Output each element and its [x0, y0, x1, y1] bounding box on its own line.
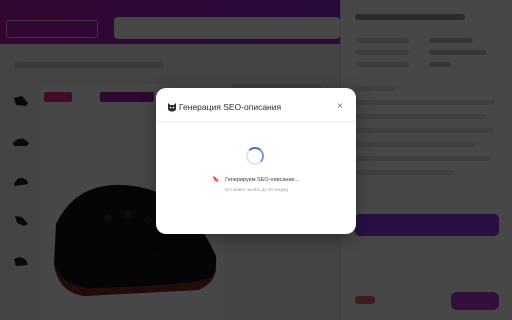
- cat-face-icon: [167, 102, 177, 112]
- status-text: Генерируем SEO-описание...: [225, 177, 300, 183]
- bookmark-emoji-icon: 🔖: [212, 177, 220, 183]
- seo-generation-modal: Генерация SEO-описания × 🔖 Генерируем SE…: [156, 88, 356, 234]
- modal-header: Генерация SEO-описания ×: [156, 88, 356, 122]
- loading-spinner-icon: [246, 147, 264, 165]
- modal-title: Генерация SEO-описания: [179, 102, 282, 112]
- status-row: 🔖 Генерируем SEO-описание...: [156, 176, 356, 184]
- status-hint: Это может занять до 10 секунд: [224, 187, 288, 192]
- close-icon[interactable]: ×: [334, 101, 346, 113]
